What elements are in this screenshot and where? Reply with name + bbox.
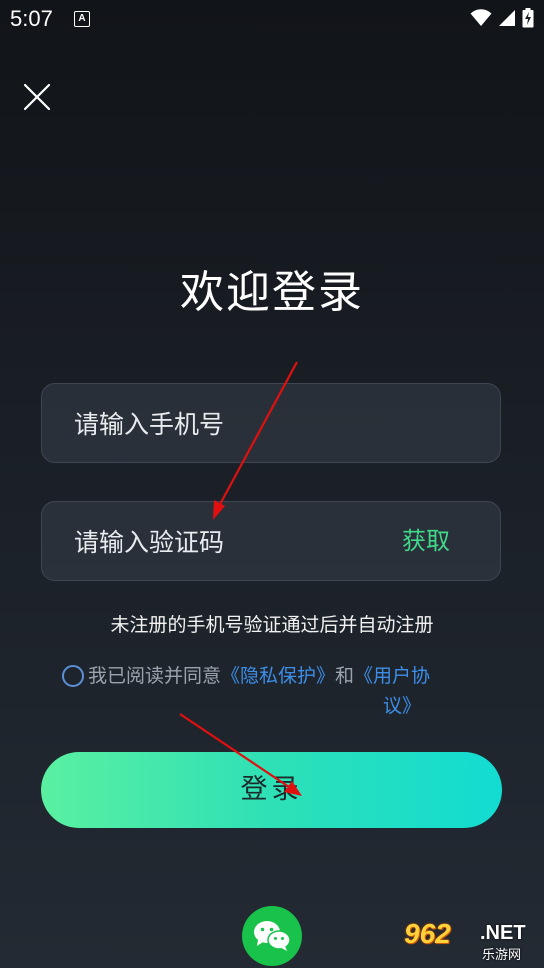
signal-icon	[499, 10, 515, 26]
registration-notice: 未注册的手机号验证通过后并自动注册	[110, 614, 434, 636]
verification-code-input[interactable]	[72, 502, 406, 582]
agreement-prefix: 我已阅读并同意	[88, 665, 222, 687]
battery-charging-icon	[522, 8, 534, 28]
code-field: 获取	[41, 501, 501, 582]
status-icons	[470, 8, 534, 28]
watermark-logo: 962 .NET 乐游网	[404, 918, 540, 964]
user-agreement-link-continued[interactable]: 议》	[383, 692, 421, 721]
agreement-and: 和	[335, 665, 355, 687]
get-code-button[interactable]: 获取	[402, 502, 450, 580]
notification-icon: A	[74, 11, 90, 27]
watermark-number: 962	[404, 918, 451, 949]
close-icon	[23, 83, 51, 111]
close-button[interactable]	[20, 80, 54, 114]
watermark-site: 乐游网	[482, 948, 522, 963]
privacy-policy-link[interactable]: 《隐私保护》	[221, 665, 335, 687]
agreement-text-line1: 我已阅读并同意《隐私保护》和《用户协	[88, 662, 430, 691]
wechat-icon	[254, 921, 291, 951]
wechat-login-button[interactable]	[242, 906, 302, 966]
watermark-domain: .NET	[480, 922, 526, 944]
page-title: 欢迎登录	[180, 267, 364, 318]
login-button[interactable]: 登录	[41, 752, 502, 828]
status-time: 5:07	[10, 6, 53, 31]
agreement-checkbox[interactable]	[62, 665, 84, 687]
status-bar: 5:07 A	[0, 0, 544, 36]
phone-input[interactable]	[72, 384, 406, 464]
phone-field	[41, 383, 501, 464]
wifi-icon	[470, 9, 492, 26]
user-agreement-link[interactable]: 《用户协	[354, 665, 430, 687]
